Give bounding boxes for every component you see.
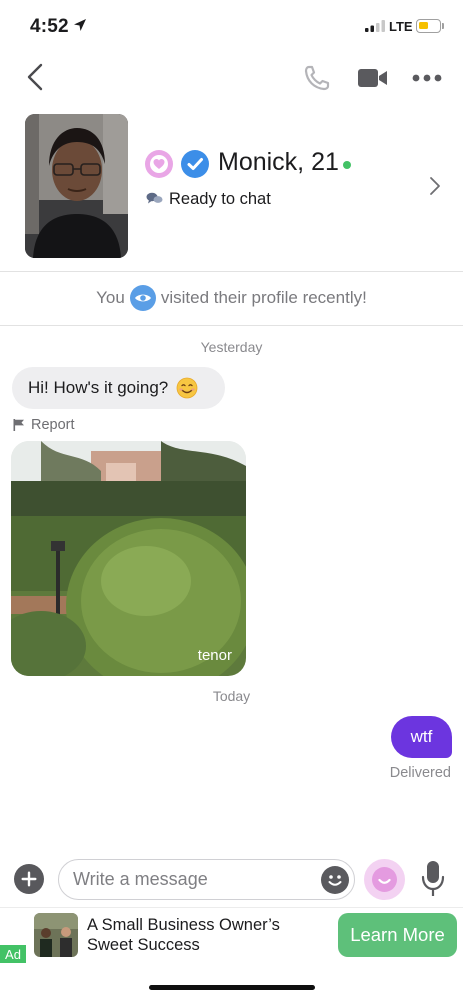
outgoing-message-text: wtf — [410, 727, 433, 746]
smiling-face-emoji-icon — [176, 377, 198, 399]
visited-notice-prefix: You — [96, 288, 125, 307]
ad-headline[interactable]: A Small Business Owner’s Sweet Success — [87, 915, 327, 955]
battery-icon — [416, 19, 441, 33]
heart-badge-icon — [145, 150, 173, 178]
eye-icon — [129, 285, 156, 311]
ad-thumbnail — [34, 913, 78, 957]
online-status-dot — [343, 161, 351, 169]
cellular-signal-icon — [365, 20, 385, 32]
learn-more-button[interactable]: Learn More — [338, 913, 457, 957]
divider — [0, 271, 463, 272]
emoji-picker-button[interactable] — [321, 866, 349, 894]
profile-name[interactable]: Monick, 21 — [218, 148, 339, 177]
visited-notice-text: visited their profile recently! — [160, 288, 367, 307]
microphone-icon[interactable] — [421, 860, 445, 898]
phone-icon[interactable] — [303, 64, 331, 92]
add-attachment-button[interactable] — [14, 864, 44, 894]
incoming-message-bubble[interactable]: Hi! How's it going? — [12, 367, 225, 409]
status-time: 4:52 — [30, 16, 69, 37]
more-horizontal-icon[interactable] — [412, 73, 442, 83]
network-label: LTE — [389, 19, 413, 34]
status-bar: 4:52 LTE — [0, 0, 463, 50]
date-separator-today: Today — [212, 688, 251, 704]
report-label: Report — [31, 417, 75, 433]
delivery-status: Delivered — [389, 765, 451, 781]
date-separator-yesterday: Yesterday — [200, 339, 263, 355]
gif-watermark: tenor — [197, 647, 232, 664]
divider — [0, 325, 463, 326]
profile-photo-image — [25, 114, 128, 258]
profile-photo[interactable] — [25, 114, 128, 258]
smiley-icon — [328, 875, 342, 886]
home-indicator — [149, 985, 315, 990]
visited-notice: You visited their profile recently! — [0, 283, 463, 313]
plus-icon — [21, 871, 37, 887]
chevron-right-icon[interactable] — [428, 176, 442, 196]
ad-banner[interactable]: Ad A Small Business Owner’s Sweet Succes… — [0, 907, 463, 964]
ad-tag: Ad — [0, 945, 26, 963]
chevron-left-icon[interactable] — [24, 62, 46, 92]
send-smile-button[interactable] — [364, 859, 405, 900]
speech-bubbles-icon — [146, 192, 163, 204]
message-input[interactable] — [58, 859, 355, 900]
gif-message[interactable]: tenor — [11, 441, 246, 676]
incoming-message-text: Hi! How's it going? — [28, 378, 169, 397]
profile-status: Ready to chat — [169, 190, 271, 208]
battery-level — [419, 22, 428, 29]
smile-icon — [372, 867, 397, 892]
battery-cap — [442, 23, 444, 29]
flag-icon — [13, 419, 24, 431]
location-arrow-icon — [74, 19, 86, 31]
outgoing-message-bubble[interactable]: wtf — [391, 716, 452, 758]
video-camera-icon[interactable] — [358, 68, 388, 88]
gif-image — [11, 441, 246, 676]
verified-badge-icon — [181, 150, 209, 178]
report-link[interactable]: Report — [13, 416, 75, 434]
